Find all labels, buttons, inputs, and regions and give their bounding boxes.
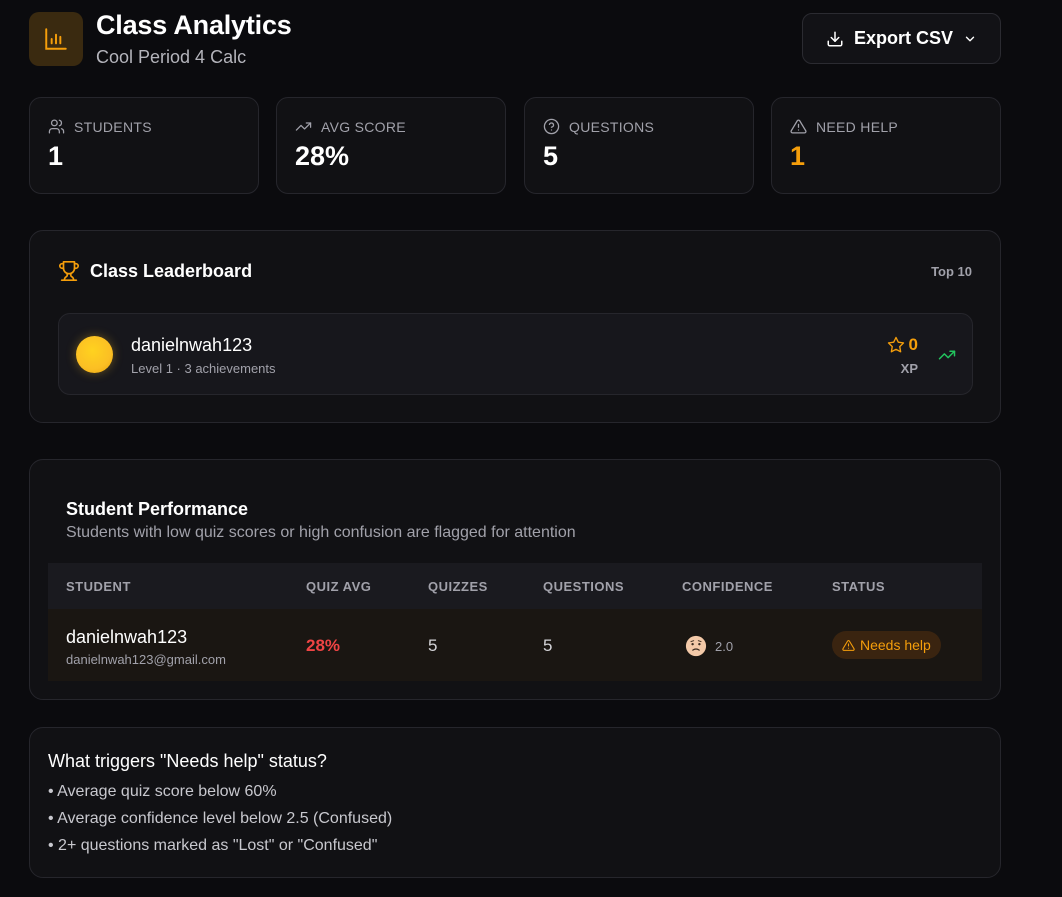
list-item: • Average quiz score below 60% <box>48 783 277 800</box>
stat-label: QUESTIONS <box>569 118 655 135</box>
list-item: • Average confidence level below 2.5 (Co… <box>48 810 393 827</box>
column-header-status[interactable]: STATUS <box>832 579 885 594</box>
table-header: STUDENT QUIZ AVG QUIZZES QUESTIONS CONFI… <box>48 563 982 609</box>
stat-value: 1 <box>790 141 806 171</box>
star-icon <box>887 336 904 353</box>
trophy-icon <box>59 261 79 281</box>
column-header-questions[interactable]: QUESTIONS <box>543 579 624 594</box>
page-header: Class Analytics Cool Period 4 Calc Expor… <box>29 10 1001 67</box>
help-circle-icon <box>543 118 560 135</box>
export-csv-label: Export CSV <box>853 28 954 48</box>
quiz-count: 5 <box>428 636 438 655</box>
leaderboard-student-name: danielnwah123 <box>131 335 253 355</box>
stat-card-need-help: NEED HELP 1 <box>771 97 1001 194</box>
analytics-page: Class Analytics Cool Period 4 Calc Expor… <box>0 0 1062 897</box>
alert-triangle-icon <box>842 639 855 651</box>
status-label: Needs help <box>860 637 931 653</box>
export-csv-button[interactable]: Export CSV <box>802 13 1001 64</box>
download-icon <box>827 31 843 46</box>
column-header-student[interactable]: STUDENT <box>66 579 131 594</box>
table-row[interactable]: danielnwah123 danielnwah123@gmail.com 28… <box>48 609 982 681</box>
column-header-confidence[interactable]: CONFIDENCE <box>682 579 773 594</box>
stat-value: 1 <box>48 141 64 171</box>
chevron-down-icon <box>965 36 975 41</box>
stat-value: 5 <box>543 141 559 171</box>
stat-label: NEED HELP <box>816 118 899 135</box>
stat-label: STUDENTS <box>74 118 152 135</box>
stat-value: 28% <box>295 141 350 171</box>
confidence-value: 2.0 <box>715 638 734 654</box>
performance-title: Student Performance <box>66 499 249 519</box>
users-icon <box>48 119 65 134</box>
leaderboard-scope: Top 10 <box>931 264 972 279</box>
class-name: Cool Period 4 Calc <box>96 47 247 67</box>
confidence-cell: 2.0 <box>685 635 733 657</box>
avatar <box>76 336 113 373</box>
needs-help-info-panel: What triggers "Needs help" status? • Ave… <box>29 727 1001 878</box>
stat-label: AVG SCORE <box>321 118 406 135</box>
criteria-list: • Average quiz score below 60% • Average… <box>48 783 392 864</box>
status-badge: Needs help <box>832 631 941 659</box>
stat-card-questions: QUESTIONS 5 <box>524 97 754 194</box>
leaderboard-entry[interactable]: danielnwah123 Level 1 · 3 achievements 0… <box>58 313 973 395</box>
leaderboard-panel: Class Leaderboard Top 10 danielnwah123 L… <box>29 230 1001 423</box>
question-count: 5 <box>543 636 553 655</box>
column-header-quiz-avg[interactable]: QUIZ AVG <box>306 579 371 594</box>
student-email: danielnwah123@gmail.com <box>66 652 226 667</box>
page-title: Class Analytics <box>96 10 292 40</box>
info-title: What triggers "Needs help" status? <box>48 751 327 771</box>
quiz-avg: 28% <box>306 636 341 655</box>
alert-triangle-icon <box>790 119 807 134</box>
trending-up-icon <box>938 350 956 360</box>
list-item: • 2+ questions marked as "Lost" or "Conf… <box>48 837 378 854</box>
column-header-quizzes[interactable]: QUIZZES <box>428 579 488 594</box>
leaderboard-title: Class Leaderboard <box>90 260 253 281</box>
trending-up-icon <box>295 122 312 131</box>
stat-card-avg-score: AVG SCORE 28% <box>276 97 506 194</box>
confused-face-icon <box>685 635 707 657</box>
performance-panel: Student Performance Students with low qu… <box>29 459 1001 700</box>
leaderboard-student-meta: Level 1 · 3 achievements <box>131 361 276 376</box>
bar-chart-icon <box>29 12 83 66</box>
xp-label: XP <box>900 361 918 376</box>
stat-card-students: STUDENTS 1 <box>29 97 259 194</box>
performance-description: Students with low quiz scores or high co… <box>66 524 576 541</box>
student-name: danielnwah123 <box>66 627 188 647</box>
xp-value: 0 <box>908 335 918 354</box>
